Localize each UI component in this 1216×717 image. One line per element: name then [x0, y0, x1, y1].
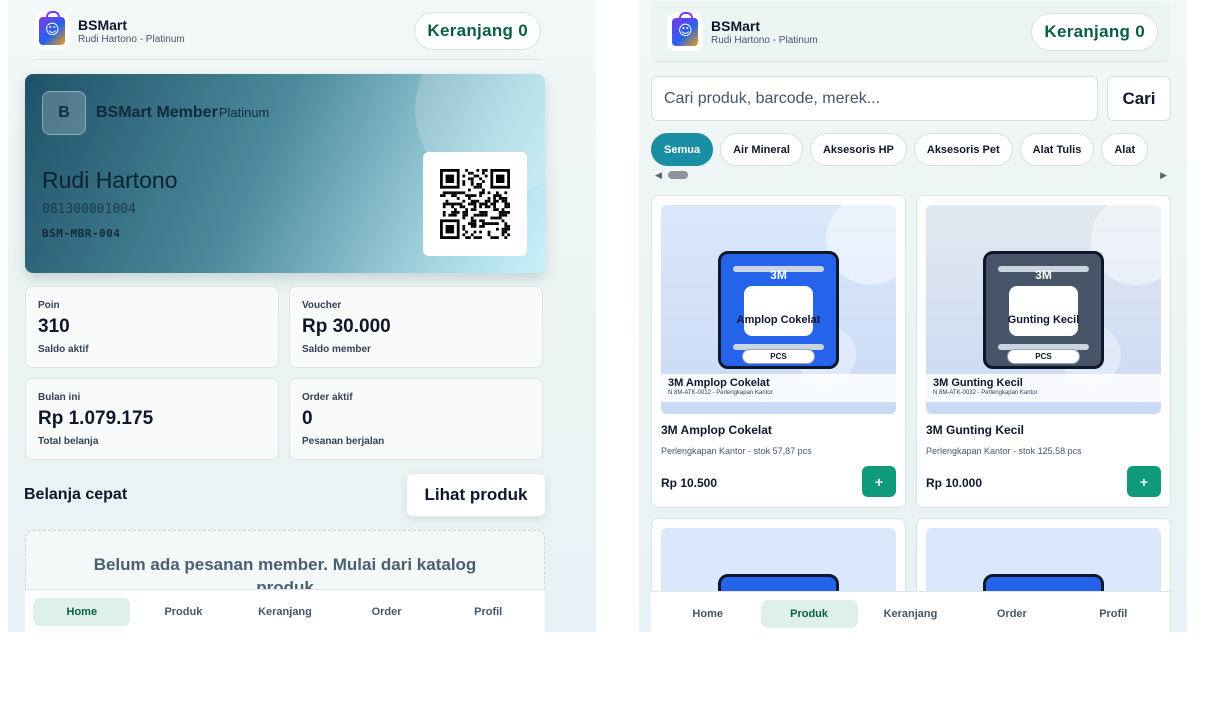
category-scrollbar[interactable]: ◀ ▶: [655, 170, 1167, 182]
nav-keranjang[interactable]: Keranjang: [236, 598, 333, 626]
brand-subtitle: Rudi Hartono - Platinum: [78, 33, 185, 45]
product-unit: PCS: [742, 349, 815, 364]
nav-order[interactable]: Order: [963, 600, 1060, 628]
stat-value: Rp 30.000: [302, 316, 391, 337]
product-image-name: Amplop Cokelat: [736, 314, 821, 326]
product-image-label: 3M Amplop Cokelat N 8M-ATK-0012 - Perlen…: [661, 374, 896, 402]
brand-name: BSMart: [711, 17, 761, 34]
product-image-name: Gunting Kecil: [1007, 314, 1080, 326]
bottom-nav: Home Produk Keranjang Order Profil: [651, 591, 1170, 632]
product-meta: Perlengkapan Kantor - stok 57,87 pcs: [661, 446, 812, 456]
product-name[interactable]: 3M Gunting Kecil: [926, 423, 1024, 437]
search-button[interactable]: Cari: [1107, 76, 1171, 121]
product-meta: Perlengkapan Kantor - stok 125,58 pcs: [926, 446, 1082, 456]
nav-profil[interactable]: Profil: [440, 598, 537, 626]
stat-value: 310: [38, 316, 70, 337]
app-header: BSMart Rudi Hartono - Platinum Keranjang…: [651, 2, 1170, 62]
category-chip-semua[interactable]: Semua: [651, 133, 714, 166]
product-card[interactable]: 3M Amplop Cokelat PCS 3M Amplop Cokelat …: [651, 195, 906, 508]
stat-value: Rp 1.079.175: [38, 408, 154, 429]
stat-sub: Pesanan berjalan: [302, 436, 385, 447]
member-name: Rudi Hartono: [42, 167, 178, 193]
member-card: B BSMart MemberPlatinum Rudi Hartono 081…: [25, 74, 545, 273]
member-badge: B: [42, 91, 86, 135]
cart-button[interactable]: Keranjang 0: [414, 11, 541, 50]
bottom-nav: Home Produk Keranjang Order Profil: [25, 589, 545, 632]
stat-sub: Total belanja: [38, 436, 99, 447]
quick-shop-title: Belanja cepat: [24, 486, 128, 503]
stat-card-order-aktif: Order aktif 0 Pesanan berjalan: [289, 378, 543, 460]
stat-sub: Saldo aktif: [38, 344, 89, 355]
category-chip-aksesoris-pet[interactable]: Aksesoris Pet: [913, 133, 1013, 166]
product-image-label: 3M Gunting Kecil N 8M-ATK-0032 - Perleng…: [926, 374, 1161, 402]
member-tier: Platinum: [218, 105, 270, 120]
app-header: BSMart Rudi Hartono - Platinum Keranjang…: [34, 2, 541, 60]
nav-home[interactable]: Home: [33, 598, 131, 626]
stat-value: 0: [302, 408, 313, 429]
member-code: BSM-MBR-004: [42, 227, 121, 240]
member-phone: 081300001004: [42, 202, 136, 217]
brand-name: BSMart: [78, 16, 128, 33]
category-chip-air-mineral[interactable]: Air Mineral: [720, 133, 803, 166]
product-box: 3M Amplop Cokelat PCS: [718, 251, 839, 369]
member-card-title: BSMart Member: [96, 104, 218, 121]
product-unit: PCS: [1007, 349, 1080, 364]
scroll-right-icon[interactable]: ▶: [1160, 171, 1167, 181]
product-price: Rp 10.500: [661, 476, 718, 490]
qr-code-icon: [423, 152, 527, 256]
product-image: 3M Amplop Cokelat PCS 3M Amplop Cokelat …: [661, 205, 896, 414]
product-label-title: 3M Amplop Cokelat: [668, 377, 770, 389]
product-name[interactable]: 3M Amplop Cokelat: [661, 423, 772, 437]
brand: BSMart Rudi Hartono - Platinum: [34, 10, 185, 50]
nav-keranjang[interactable]: Keranjang: [862, 600, 959, 628]
nav-produk[interactable]: Produk: [760, 600, 858, 628]
category-chip-aksesoris-hp[interactable]: Aksesoris HP: [809, 133, 907, 166]
stat-card-voucher: Voucher Rp 30.000 Saldo member: [289, 286, 543, 368]
products-screen: BSMart Rudi Hartono - Platinum Keranjang…: [639, 0, 1187, 632]
product-label-title: 3M Gunting Kecil: [933, 377, 1023, 389]
scrollbar-thumb[interactable]: [668, 171, 688, 179]
view-products-button[interactable]: Lihat produk: [406, 473, 546, 517]
product-label-sub: N 8M-ATK-0032 - Perlengkapan Kantor: [933, 390, 1038, 396]
nav-produk[interactable]: Produk: [135, 598, 232, 626]
plus-icon[interactable]: +: [1127, 466, 1161, 497]
category-chip-alat-tulis[interactable]: Alat Tulis: [1019, 133, 1095, 166]
product-card[interactable]: 3M Gunting Kecil PCS 3M Gunting Kecil N …: [916, 195, 1171, 508]
nav-profil[interactable]: Profil: [1065, 600, 1162, 628]
stat-label: Poin: [38, 300, 60, 311]
product-brand: 3M: [770, 268, 787, 282]
cart-button[interactable]: Keranjang 0: [1031, 12, 1158, 51]
brand: BSMart Rudi Hartono - Platinum: [667, 11, 818, 51]
stat-card-poin: Poin 310 Saldo aktif: [25, 286, 279, 368]
nav-home[interactable]: Home: [659, 600, 756, 628]
scroll-left-icon[interactable]: ◀: [655, 171, 662, 181]
stat-sub: Saldo member: [302, 344, 371, 355]
nav-order[interactable]: Order: [338, 598, 435, 626]
stat-label: Voucher: [302, 300, 342, 311]
search-input[interactable]: [651, 76, 1098, 121]
home-screen: BSMart Rudi Hartono - Platinum Keranjang…: [8, 0, 596, 632]
plus-icon[interactable]: +: [862, 466, 896, 497]
product-image: 3M Gunting Kecil PCS 3M Gunting Kecil N …: [926, 205, 1161, 414]
product-price: Rp 10.000: [926, 476, 983, 490]
stat-card-bulan-ini: Bulan ini Rp 1.079.175 Total belanja: [25, 378, 279, 460]
product-box: 3M Gunting Kecil PCS: [983, 251, 1104, 369]
stat-label: Bulan ini: [38, 392, 81, 403]
category-chips: Semua Air Mineral Aksesoris HP Aksesoris…: [651, 133, 1171, 167]
brand-subtitle: Rudi Hartono - Platinum: [711, 34, 818, 46]
stat-label: Order aktif: [302, 392, 353, 403]
category-chip-alat[interactable]: Alat: [1101, 133, 1149, 166]
shopping-bag-icon: [34, 10, 70, 50]
product-label-sub: N 8M-ATK-0012 - Perlengkapan Kantor: [668, 390, 773, 396]
product-brand: 3M: [1035, 268, 1052, 282]
shopping-bag-icon: [667, 11, 703, 51]
